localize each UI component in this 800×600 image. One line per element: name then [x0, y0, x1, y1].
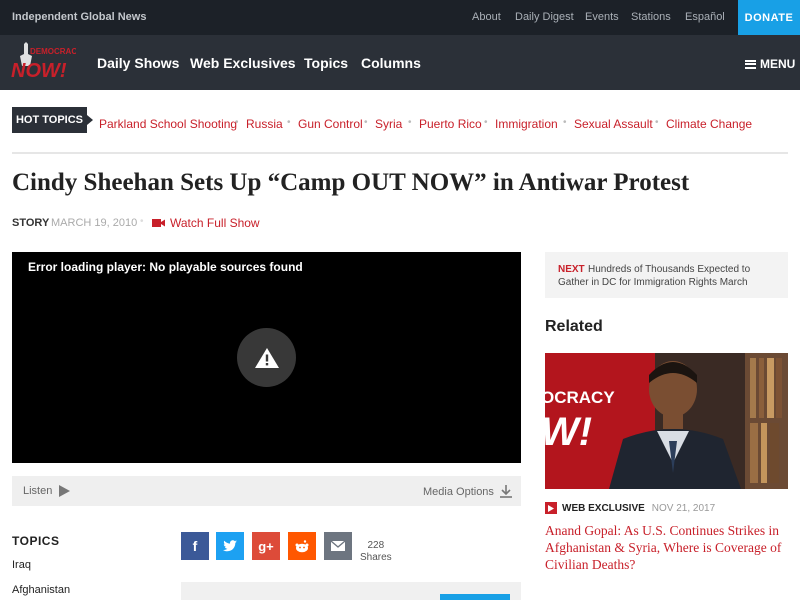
related-story-title[interactable]: Anand Gopal: As U.S. Continues Strikes i…: [545, 522, 788, 573]
reddit-icon[interactable]: [288, 532, 316, 560]
hamburger-icon: [745, 59, 756, 69]
separator-dot: •: [408, 117, 412, 128]
next-story-box[interactable]: NEXT Hundreds of Thousands Expected to G…: [545, 252, 788, 298]
media-options-button[interactable]: Media Options: [423, 485, 512, 498]
separator-dot: •: [235, 117, 239, 128]
main-navbar: DEMOCRACY NOW! Daily Shows Web Exclusive…: [0, 35, 800, 90]
hot-topic-link[interactable]: Sexual Assault: [574, 117, 653, 131]
listen-label: Listen: [23, 485, 53, 497]
watch-full-show-label: Watch Full Show: [170, 216, 260, 230]
hot-topic-link[interactable]: Parkland School Shooting: [99, 117, 237, 131]
newsletter-button[interactable]: [440, 594, 510, 600]
daily-digest-link[interactable]: Daily Digest: [515, 11, 574, 23]
related-date: NOV 21, 2017: [651, 502, 716, 514]
page-title: Cindy Sheehan Sets Up “Camp OUT NOW” in …: [12, 169, 690, 196]
stations-link[interactable]: Stations: [631, 11, 671, 23]
separator-dot: •: [364, 117, 368, 128]
nav-topics[interactable]: Topics: [304, 55, 348, 71]
play-icon: [545, 502, 557, 514]
hot-topic-link[interactable]: Climate Change: [666, 117, 752, 131]
separator-dot: •: [655, 117, 659, 128]
nav-web-exclusives[interactable]: Web Exclusives: [190, 55, 296, 71]
watch-full-show-link[interactable]: Watch Full Show: [152, 216, 260, 230]
share-count-value: 228: [367, 540, 385, 551]
next-story-title: Hundreds of Thousands Expected to Gather…: [558, 264, 751, 288]
share-count-label: Shares: [360, 552, 392, 563]
donate-button[interactable]: DONATE: [738, 0, 800, 35]
media-options-label: Media Options: [423, 485, 494, 498]
nav-columns[interactable]: Columns: [361, 55, 421, 71]
warning-icon: [237, 328, 296, 387]
hot-topic-link[interactable]: Gun Control: [298, 117, 363, 131]
section-divider: [12, 152, 788, 154]
separator-dot: •: [287, 117, 291, 128]
image-overlay-bottom: W!: [545, 410, 592, 454]
about-link[interactable]: About: [472, 11, 501, 23]
topics-heading: TOPICS: [12, 534, 60, 548]
facebook-icon[interactable]: f: [181, 532, 209, 560]
web-exclusive-tag: WEB EXCLUSIVE NOV 21, 2017: [545, 502, 715, 514]
menu-label: MENU: [760, 57, 796, 71]
hot-topic-link[interactable]: Puerto Rico: [419, 117, 482, 131]
story-date: MARCH 19, 2010: [51, 217, 138, 229]
logo-text-top: DEMOCRACY: [30, 47, 76, 56]
nav-daily-shows[interactable]: Daily Shows: [97, 55, 179, 71]
topic-link[interactable]: Afghanistan: [12, 584, 70, 596]
video-camera-icon: [152, 219, 165, 227]
hot-topics-label: HOT TOPICS: [12, 107, 93, 133]
espanol-link[interactable]: Español: [685, 11, 725, 23]
share-count: 228 Shares: [360, 540, 392, 564]
listen-button[interactable]: Listen: [23, 485, 71, 497]
image-overlay-top: OCRACY: [545, 388, 615, 407]
related-story-image[interactable]: OCRACY W!: [545, 353, 788, 489]
email-icon[interactable]: [324, 532, 352, 560]
download-icon: [499, 485, 512, 498]
play-icon: [59, 485, 71, 497]
logo-text-main: NOW!: [11, 60, 67, 82]
events-link[interactable]: Events: [585, 11, 619, 23]
player-error-message: Error loading player: No playable source…: [28, 260, 303, 274]
video-player[interactable]: Error loading player: No playable source…: [12, 252, 521, 463]
separator-dot: •: [563, 117, 567, 128]
web-exclusive-label: WEB EXCLUSIVE: [562, 502, 645, 514]
hot-topic-link[interactable]: Syria: [375, 117, 402, 131]
democracy-now-logo[interactable]: DEMOCRACY NOW!: [10, 40, 76, 84]
separator-dot: •: [140, 216, 144, 227]
related-heading: Related: [545, 318, 603, 335]
top-utility-bar: Independent Global News About Daily Dige…: [0, 0, 800, 35]
twitter-icon[interactable]: [216, 532, 244, 560]
separator-dot: •: [484, 117, 488, 128]
hot-topic-link[interactable]: Russia: [246, 117, 283, 131]
menu-button[interactable]: MENU: [745, 57, 795, 71]
google-plus-icon[interactable]: g+: [252, 532, 280, 560]
site-tagline: Independent Global News: [12, 11, 147, 23]
media-bar: Listen Media Options: [12, 476, 521, 506]
topic-link[interactable]: Iraq: [12, 559, 31, 571]
hot-topic-link[interactable]: Immigration: [495, 117, 558, 131]
content-type-label: STORY: [12, 217, 50, 229]
